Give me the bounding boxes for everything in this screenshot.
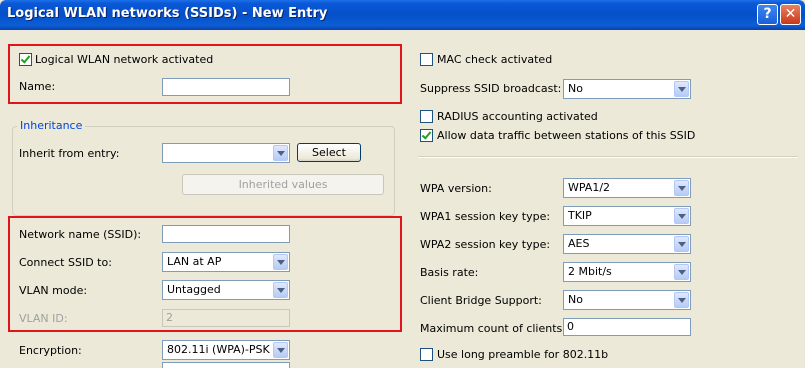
radius-accounting-label: RADIUS accounting activated (437, 110, 598, 123)
mac-check-checkbox[interactable] (420, 53, 433, 66)
basis-rate-value: 2 Mbit/s (568, 265, 612, 278)
basis-rate-select[interactable]: 2 Mbit/s (563, 262, 691, 282)
long-preamble-checkbox[interactable] (420, 348, 433, 361)
wpa1-key-select[interactable]: TKIP (563, 206, 691, 226)
max-clients-input[interactable]: 0 (563, 318, 691, 336)
wpa1-key-value: TKIP (568, 209, 592, 222)
chevron-down-icon[interactable] (674, 292, 689, 308)
chevron-down-icon[interactable] (674, 81, 689, 97)
suppress-ssid-value: No (568, 82, 583, 95)
suppress-ssid-label: Suppress SSID broadcast: (420, 82, 562, 95)
mac-check-label: MAC check activated (437, 53, 553, 66)
chevron-down-icon[interactable] (273, 342, 288, 358)
wpa-version-label: WPA version: (420, 182, 492, 195)
client-bridge-value: No (568, 293, 583, 306)
basis-rate-label: Basis rate: (420, 266, 479, 279)
encryption-select[interactable]: 802.11i (WPA)-PSK (162, 340, 290, 360)
inherited-values-button[interactable]: Inherited values (182, 174, 384, 195)
inheritance-group-title: Inheritance (17, 119, 86, 132)
encryption-label: Encryption: (19, 344, 82, 357)
chevron-down-icon[interactable] (674, 264, 689, 280)
wpa2-key-select[interactable]: AES (563, 234, 691, 254)
wpa-version-value: WPA1/2 (568, 181, 611, 194)
highlight-box-ssid (8, 216, 402, 332)
title-bar: Logical WLAN networks (SSIDs) - New Entr… (0, 0, 805, 30)
inheritance-group (12, 126, 395, 216)
client-bridge-label: Client Bridge Support: (420, 294, 542, 307)
suppress-ssid-select[interactable]: No (563, 79, 691, 99)
client-bridge-select[interactable]: No (563, 290, 691, 310)
encryption-value: 802.11i (WPA)-PSK (167, 343, 270, 356)
chevron-down-icon[interactable] (674, 208, 689, 224)
chevron-down-icon[interactable] (674, 180, 689, 196)
inherit-from-select[interactable] (162, 143, 290, 163)
window-title: Logical WLAN networks (SSIDs) - New Entr… (7, 6, 328, 21)
chevron-down-icon[interactable] (674, 236, 689, 252)
radius-accounting-checkbox[interactable] (420, 110, 433, 123)
dialog-client-area: Logical WLAN network activated Name: Inh… (0, 30, 805, 368)
allow-traffic-checkbox[interactable] (420, 129, 433, 142)
wpa2-key-value: AES (568, 237, 590, 250)
wpa1-key-label: WPA1 session key type: (420, 210, 551, 223)
allow-traffic-label: Allow data traffic between stations of t… (437, 129, 696, 142)
long-preamble-label: Use long preamble for 802.11b (437, 348, 609, 361)
select-button[interactable]: Select (297, 143, 361, 162)
highlight-box-top (8, 44, 402, 104)
inherit-from-label: Inherit from entry: (19, 147, 120, 160)
section-divider (418, 156, 798, 158)
wpa-version-select[interactable]: WPA1/2 (563, 178, 691, 198)
max-clients-label: Maximum count of clients: (420, 322, 566, 335)
close-button[interactable]: ✕ (780, 4, 801, 25)
wpa2-key-label: WPA2 session key type: (420, 238, 551, 251)
chevron-down-icon[interactable] (273, 145, 288, 161)
help-button[interactable]: ? (757, 4, 778, 25)
next-field-partial (162, 362, 290, 368)
